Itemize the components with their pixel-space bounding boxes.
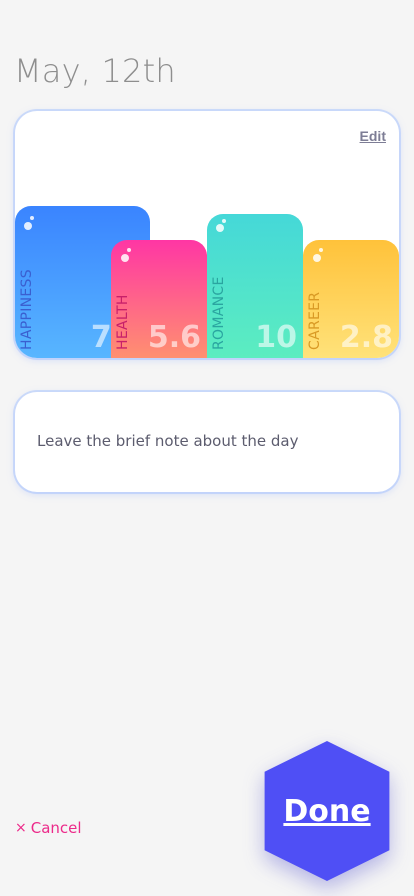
done-button[interactable]: Done <box>262 741 392 881</box>
bar-health[interactable]: HEALTH 5.6 <box>111 240 207 358</box>
bubble-icon <box>222 219 226 223</box>
bubble-icon <box>127 248 131 252</box>
bar-label: ROMANCE <box>211 276 227 350</box>
bar-value: 5.6 <box>147 320 201 355</box>
bar-label: CAREER <box>307 291 323 350</box>
bar-career[interactable]: CAREER 2.8 <box>303 240 399 358</box>
bar-romance[interactable]: ROMANCE 10 <box>207 214 303 358</box>
note-card <box>15 392 399 492</box>
bubble-icon <box>319 248 323 252</box>
done-label: Done <box>283 793 371 829</box>
cancel-label: Cancel <box>30 819 82 837</box>
note-input[interactable] <box>37 432 377 450</box>
bar-value: 10 <box>255 320 297 355</box>
done-hexagon: Done <box>264 741 390 881</box>
edit-button[interactable]: Edit <box>360 128 386 144</box>
bubble-icon <box>24 222 32 230</box>
bar-value: 2.8 <box>339 320 393 355</box>
bubble-icon <box>216 224 224 232</box>
bubble-icon <box>121 254 129 262</box>
page-title: May, 12th <box>14 52 176 90</box>
bubble-icon <box>313 254 321 262</box>
mood-card: Edit HAPPINESS 7.8 HEALTH 5.6 ROMANCE 10… <box>15 111 399 358</box>
bar-label: HEALTH <box>115 294 131 350</box>
cancel-button[interactable]: × Cancel <box>15 819 82 837</box>
bubble-icon <box>30 216 34 220</box>
bar-label: HAPPINESS <box>19 269 35 350</box>
close-icon: × <box>15 820 27 836</box>
